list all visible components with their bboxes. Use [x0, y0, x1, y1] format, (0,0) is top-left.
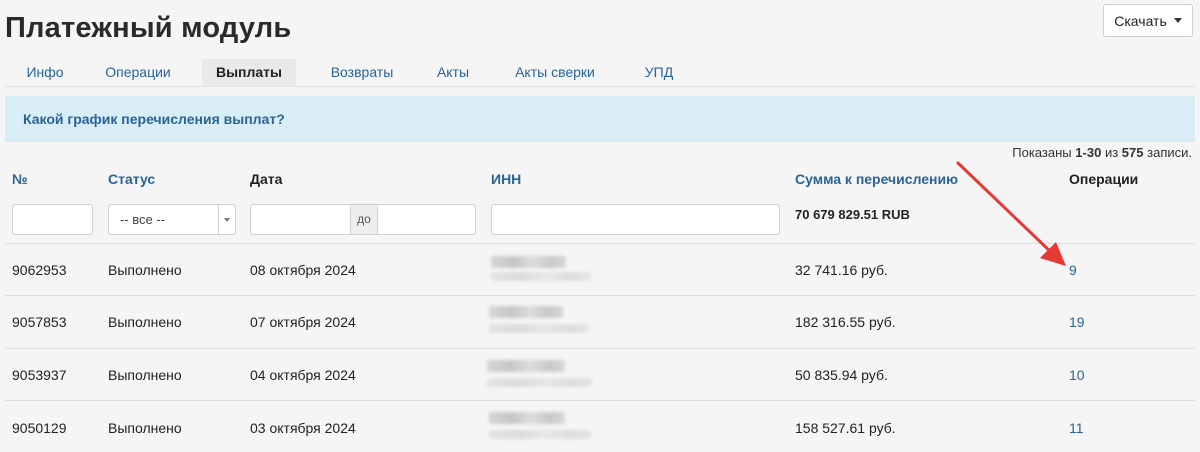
status-filter-value: -- все -- — [120, 212, 166, 227]
tab-upd[interactable]: УПД — [633, 59, 685, 86]
header-inn[interactable]: ИНН — [491, 171, 521, 187]
redacted-inn-detail — [491, 272, 591, 281]
row-id: 9050129 — [12, 420, 67, 436]
date-range-separator: до — [350, 205, 378, 234]
redacted-inn-detail — [489, 324, 589, 333]
summary-total: 575 — [1121, 145, 1144, 160]
row-divider — [5, 348, 1195, 349]
row-operations-link[interactable]: 19 — [1069, 314, 1085, 330]
number-filter-input[interactable] — [12, 204, 93, 235]
date-range-filter: до — [250, 204, 476, 235]
row-date: 07 октября 2024 — [250, 314, 356, 330]
row-id: 9057853 — [12, 314, 67, 330]
row-id: 9053937 — [12, 367, 67, 383]
tab-operations[interactable]: Операции — [93, 59, 183, 86]
redacted-inn-detail — [489, 430, 591, 439]
total-amount: 70 679 829.51 RUB — [795, 207, 910, 222]
date-to-input[interactable] — [377, 205, 475, 234]
tab-refunds[interactable]: Возвраты — [313, 59, 411, 86]
row-operations-link[interactable]: 9 — [1069, 262, 1077, 278]
row-status: Выполнено — [108, 420, 182, 436]
redacted-inn-detail — [487, 378, 592, 387]
header-amount[interactable]: Сумма к перечислению — [795, 171, 958, 187]
caret-down-icon — [1173, 18, 1182, 23]
payout-schedule-link[interactable]: Какой график перечисления выплат? — [23, 111, 285, 127]
row-status: Выполнено — [108, 262, 182, 278]
row-status: Выполнено — [108, 367, 182, 383]
pagination-summary: Показаны 1-30 из 575 записи. — [1012, 145, 1192, 160]
row-amount: 32 741.16 руб. — [795, 262, 888, 278]
row-status: Выполнено — [108, 314, 182, 330]
header-date: Дата — [250, 171, 283, 187]
row-operations-link[interactable]: 11 — [1069, 420, 1084, 436]
row-divider — [5, 400, 1195, 401]
row-divider — [5, 243, 1195, 244]
header-status[interactable]: Статус — [108, 171, 155, 187]
row-operations-link[interactable]: 10 — [1069, 367, 1085, 383]
tab-info[interactable]: Инфо — [10, 59, 80, 86]
page-title: Платежный модуль — [5, 12, 292, 44]
row-date: 04 октября 2024 — [250, 367, 356, 383]
redacted-inn — [491, 256, 566, 268]
info-banner: Какой график перечисления выплат? — [5, 96, 1195, 142]
row-amount: 50 835.94 руб. — [795, 367, 888, 383]
tab-reconciliation-acts[interactable]: Акты сверки — [501, 59, 609, 86]
tab-payouts[interactable]: Выплаты — [202, 59, 296, 86]
redacted-inn — [487, 360, 565, 372]
summary-range: 1-30 — [1075, 145, 1102, 160]
summary-suffix: записи. — [1147, 145, 1192, 160]
tab-bar: Инфо Операции Выплаты Возвраты Акты Акты… — [5, 59, 1195, 87]
download-button[interactable]: Скачать — [1103, 4, 1193, 37]
row-id: 9062953 — [12, 262, 67, 278]
date-from-input[interactable] — [251, 205, 350, 234]
row-amount: 182 316.55 руб. — [795, 314, 896, 330]
row-divider — [5, 295, 1195, 296]
summary-prefix: Показаны — [1012, 145, 1072, 160]
header-number[interactable]: № — [12, 171, 28, 187]
status-filter-select[interactable]: -- все -- — [108, 204, 236, 235]
summary-middle: из — [1104, 145, 1119, 160]
row-date: 08 октября 2024 — [250, 262, 356, 278]
row-amount: 158 527.61 руб. — [795, 420, 896, 436]
header-operations: Операции — [1069, 171, 1139, 187]
select-arrow-icon — [218, 205, 235, 234]
redacted-inn — [489, 412, 565, 424]
download-button-label: Скачать — [1114, 12, 1167, 29]
redacted-inn — [489, 306, 563, 318]
tab-acts[interactable]: Акты — [423, 59, 483, 86]
inn-filter-input[interactable] — [491, 204, 780, 235]
row-date: 03 октября 2024 — [250, 420, 356, 436]
